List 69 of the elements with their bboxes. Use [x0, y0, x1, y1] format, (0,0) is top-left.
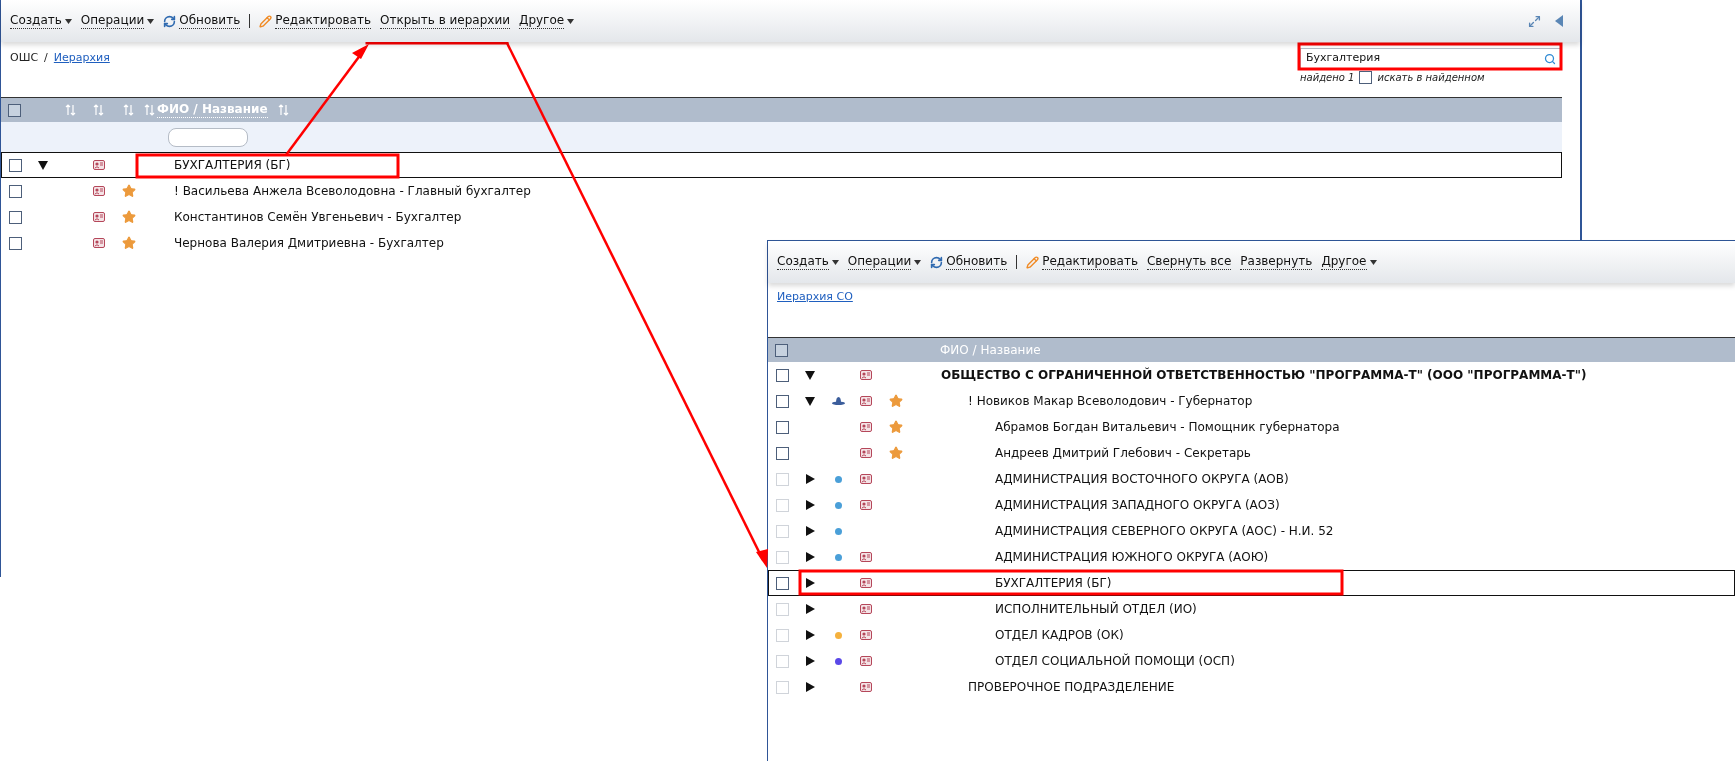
- toolbar-button[interactable]: Обновить: [930, 254, 1008, 270]
- caret-icon: [1369, 259, 1377, 265]
- column-header: ФИО / Название: [940, 342, 1041, 359]
- checkbox[interactable]: [776, 576, 789, 590]
- pencil-icon: [1026, 255, 1040, 269]
- checkbox[interactable]: [9, 184, 22, 198]
- row-title: АДМИНИСТРАЦИЯ ЗАПАДНОГО ОКРУГА (АОЗ): [995, 497, 1280, 514]
- row-title: ОБЩЕСТВО С ОГРАНИЧЕННОЙ ОТВЕТСТВЕННОСТЬЮ "ПРОГРАММА-Т" (ООО "ПРОГРАММА-Т"): [941, 366, 1587, 384]
- refresh-icon: [930, 255, 944, 269]
- row-title: ! Васильева Анжела Всеволодовна - Главный бухгалтер: [174, 183, 531, 200]
- row-title: ОТДЕЛ СОЦИАЛЬНОЙ ПОМОЩИ (ОСП): [995, 652, 1235, 670]
- row-title: ПРОВЕРОЧНОЕ ПОДРАЗДЕЛЕНИЕ: [968, 679, 1175, 696]
- row-title: БУХГАЛТЕРИЯ (БГ): [995, 575, 1112, 592]
- collapse-icon[interactable]: [1555, 15, 1563, 27]
- checkbox[interactable]: [9, 158, 22, 172]
- caret-icon: [567, 18, 575, 24]
- checkbox[interactable]: [776, 446, 789, 460]
- row-title: БУХГАЛТЕРИЯ (БГ): [174, 157, 291, 174]
- row-title: АДМИНИСТРАЦИЯ ВОСТОЧНОГО ОКРУГА (АОВ): [995, 471, 1289, 488]
- checkbox[interactable]: [1359, 71, 1373, 84]
- breadcrumb-separator: /: [44, 50, 48, 66]
- row-title: ОТДЕЛ КАДРОВ (ОК): [995, 627, 1124, 644]
- selected-row[interactable]: БУХГАЛТЕРИЯ (БГ): [1, 152, 1562, 178]
- breadcrumb-link[interactable]: Иерархия: [53, 50, 110, 67]
- row-title: ! Новиков Макар Всеволодович - Губернатор: [968, 393, 1253, 410]
- checkbox[interactable]: [776, 420, 789, 434]
- checkbox[interactable]: [9, 236, 22, 250]
- toolbar-button[interactable]: Открыть в иерархии: [380, 13, 510, 29]
- expanded-arrow-icon[interactable]: [805, 396, 815, 406]
- caret-icon: [914, 259, 922, 265]
- expanded-arrow-icon[interactable]: [38, 160, 48, 170]
- row-title: Константинов Семён Увгеньевич - Бухгалтер: [174, 209, 462, 226]
- checkbox[interactable]: [9, 210, 22, 224]
- caret-icon: [831, 259, 839, 265]
- row-title: Чернова Валерия Дмитриевна - Бухгалтер: [174, 235, 444, 252]
- checkbox-label: искать в найденном: [1377, 71, 1485, 85]
- toolbar-menu-button[interactable]: Другое: [1321, 254, 1377, 270]
- toolbar-button[interactable]: Редактировать: [1026, 254, 1138, 270]
- checkbox[interactable]: [776, 394, 789, 408]
- fullscreen-icon[interactable]: [1528, 14, 1541, 28]
- breadcrumb-item: ОШС: [10, 50, 39, 66]
- toolbar-menu-button[interactable]: Другое: [519, 13, 575, 29]
- toolbar-button[interactable]: Обновить: [163, 13, 241, 29]
- search-result-count: найдено 1: [1300, 71, 1355, 85]
- caret-icon: [147, 18, 155, 24]
- search-icon[interactable]: [1544, 52, 1556, 65]
- checkbox[interactable]: [776, 368, 789, 382]
- row-title: АДМИНИСТРАЦИЯ СЕВЕРНОГО ОКРУГА (АОС) - Н.И. 52: [995, 523, 1334, 540]
- row-title: Абрамов Богдан Витальевич - Помощник губернатора: [995, 419, 1340, 436]
- breadcrumb-link[interactable]: Иерархия СО: [777, 289, 853, 306]
- toolbar-button[interactable]: Свернуть все: [1147, 254, 1232, 270]
- toolbar-button[interactable]: Развернуть: [1240, 254, 1313, 270]
- selected-row[interactable]: БУХГАЛТЕРИЯ (БГ): [768, 570, 1735, 596]
- toolbar-menu-button[interactable]: Операции: [80, 13, 155, 29]
- caret-icon: [64, 18, 72, 24]
- refresh-icon: [163, 14, 177, 28]
- toolbar-button[interactable]: Редактировать: [259, 13, 371, 29]
- toolbar-menu-button[interactable]: Создать: [777, 254, 839, 270]
- expanded-arrow-icon[interactable]: [805, 370, 815, 380]
- checkbox[interactable]: [8, 103, 21, 117]
- row-title: Андреев Дмитрий Глебович - Секретарь: [995, 445, 1251, 462]
- row-title: АДМИНИСТРАЦИЯ ЮЖНОГО ОКРУГА (АОЮ): [995, 549, 1269, 566]
- toolbar-menu-button[interactable]: Операции: [847, 254, 922, 270]
- toolbar-menu-button[interactable]: Создать: [10, 13, 72, 29]
- collapsed-arrow-icon[interactable]: [805, 578, 815, 588]
- row-title: ИСПОЛНИТЕЛЬНЫЙ ОТДЕЛ (ИО): [995, 600, 1197, 618]
- checkbox[interactable]: [775, 343, 788, 357]
- filter-input[interactable]: [168, 127, 248, 147]
- pencil-icon: [259, 14, 273, 28]
